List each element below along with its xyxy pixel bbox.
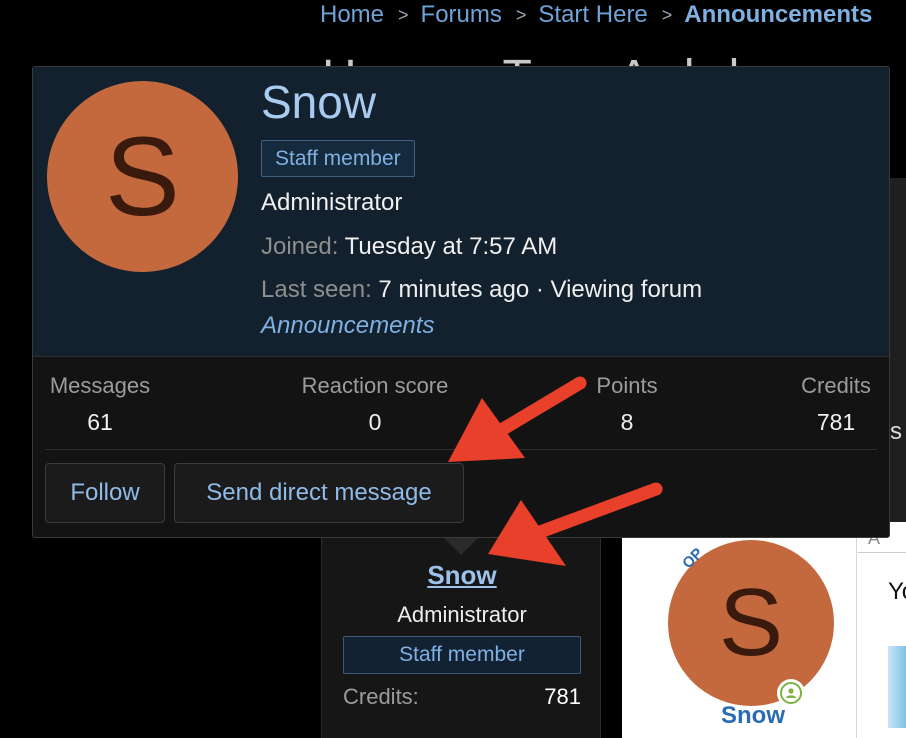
annotation-arrows [448,376,663,566]
red-arrow-annotation [488,482,663,566]
red-arrow-annotation [448,376,587,462]
